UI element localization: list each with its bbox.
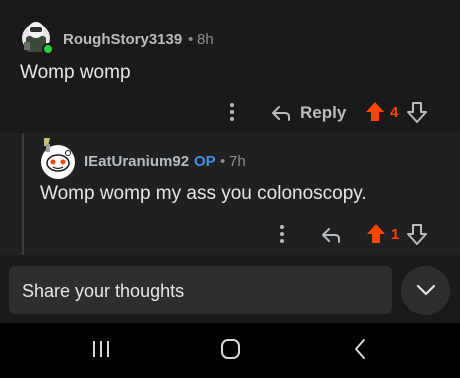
reply-arrow-icon	[270, 103, 292, 128]
comment-timestamp: 7h	[229, 153, 246, 170]
thread-line[interactable]	[22, 133, 24, 255]
comment-username[interactable]: IEatUranium92	[84, 153, 189, 170]
reply-button[interactable]	[320, 224, 344, 246]
upvote-icon[interactable]	[366, 223, 386, 245]
collapse-button[interactable]	[401, 266, 450, 315]
comment-body: Womp womp	[20, 62, 131, 83]
downvote-icon[interactable]	[407, 101, 427, 123]
comment-input-placeholder: Share your thoughts	[22, 281, 185, 301]
home-icon[interactable]	[218, 337, 244, 361]
comment-input[interactable]: Share your thoughts	[9, 266, 392, 314]
more-options-icon[interactable]	[225, 102, 239, 122]
recent-apps-icon[interactable]	[89, 337, 113, 361]
meta-separator: •	[220, 153, 226, 170]
vote-count: 1	[391, 226, 400, 243]
avatar[interactable]	[38, 136, 78, 180]
op-badge: OP	[194, 153, 216, 170]
vote-count: 4	[390, 104, 399, 121]
top-edge	[0, 0, 460, 8]
comment-timestamp: 8h	[197, 31, 214, 48]
reply-arrow-icon	[320, 225, 342, 250]
comment-body: Womp womp my ass you colonoscopy.	[40, 183, 367, 204]
reply-label: Reply	[300, 103, 347, 122]
downvote-icon[interactable]	[407, 223, 427, 245]
back-icon[interactable]	[349, 337, 373, 361]
meta-separator: •	[188, 31, 194, 48]
reply-button[interactable]: Reply	[270, 101, 347, 128]
chevron-down-icon	[415, 283, 437, 302]
comment-username[interactable]: RoughStory3139	[63, 31, 182, 48]
upvote-icon[interactable]	[365, 101, 385, 123]
avatar[interactable]	[16, 16, 56, 56]
more-options-icon[interactable]	[275, 224, 289, 244]
